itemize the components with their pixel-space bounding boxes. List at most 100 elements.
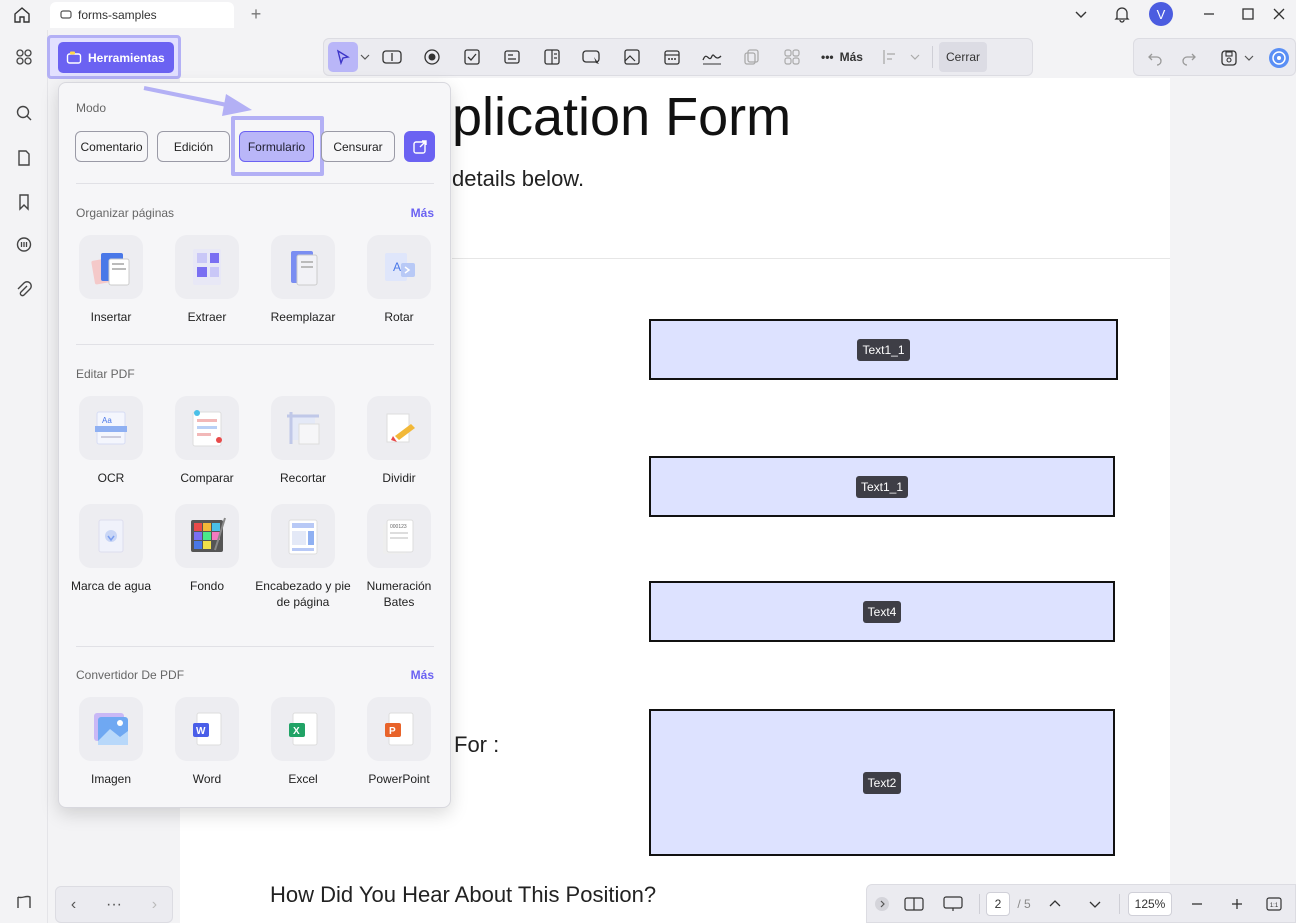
tool-watermark[interactable]: Marca de agua bbox=[63, 504, 159, 594]
attachment-icon[interactable] bbox=[12, 278, 36, 302]
header-footer-icon bbox=[271, 504, 335, 568]
more-dots-icon[interactable]: ··· bbox=[106, 896, 122, 914]
bell-icon[interactable] bbox=[1111, 3, 1133, 25]
title-bar: forms-samples + V bbox=[0, 0, 1296, 30]
tool-background[interactable]: Fondo bbox=[159, 504, 255, 594]
tool-label: Encabezado y pie de página bbox=[255, 579, 351, 609]
radio-button-tool-icon[interactable] bbox=[412, 42, 452, 72]
tool-label: Numeración Bates bbox=[366, 579, 432, 609]
svg-text:A: A bbox=[393, 260, 401, 274]
mode-comment-button[interactable]: Comentario bbox=[75, 131, 148, 162]
tools-button[interactable]: Herramientas bbox=[58, 42, 174, 73]
organize-more-link[interactable]: Más bbox=[411, 206, 434, 220]
history-toolbar bbox=[1133, 38, 1296, 76]
tool-to-excel[interactable]: X Excel bbox=[255, 697, 351, 787]
tool-crop[interactable]: Recortar bbox=[255, 396, 351, 486]
reading-mode-icon[interactable] bbox=[897, 891, 931, 917]
mode-edit-button[interactable]: Edición bbox=[157, 131, 230, 162]
tool-replace[interactable]: Reemplazar bbox=[255, 235, 351, 325]
tutorial-arrow bbox=[143, 86, 252, 116]
form-text-field[interactable]: Text1_1 bbox=[649, 456, 1115, 517]
avatar[interactable]: V bbox=[1149, 2, 1173, 26]
svg-text:X: X bbox=[293, 726, 300, 737]
svg-text:W: W bbox=[196, 726, 206, 737]
list-box-tool-icon[interactable] bbox=[532, 42, 572, 72]
close-form-mode-button[interactable]: Cerrar bbox=[939, 42, 987, 72]
copy-icon[interactable] bbox=[732, 42, 772, 72]
document-tab[interactable]: forms-samples bbox=[50, 2, 234, 28]
open-external-icon[interactable] bbox=[404, 131, 435, 162]
apps-grid-icon[interactable] bbox=[12, 45, 36, 69]
tools-popover: Modo Comentario Edición Formulario Censu… bbox=[58, 82, 451, 808]
zoom-in-icon[interactable] bbox=[1217, 891, 1257, 917]
tool-ocr[interactable]: Aa OCR bbox=[63, 396, 159, 486]
layers-icon[interactable] bbox=[12, 890, 36, 914]
form-text-field[interactable]: Text1_1 bbox=[649, 319, 1118, 380]
actual-size-icon[interactable]: 1:1 bbox=[1257, 891, 1291, 917]
tool-to-word[interactable]: W Word bbox=[159, 697, 255, 787]
status-separator bbox=[975, 891, 983, 917]
tool-label: Reemplazar bbox=[270, 310, 336, 324]
close-icon[interactable] bbox=[1268, 3, 1290, 25]
chevron-down-icon[interactable] bbox=[1072, 3, 1090, 25]
tool-header-footer[interactable]: Encabezado y pie de página bbox=[255, 504, 351, 610]
current-page-input[interactable]: 2 bbox=[986, 891, 1010, 916]
chevron-down-icon[interactable] bbox=[358, 42, 372, 72]
button-tool-icon[interactable] bbox=[572, 42, 612, 72]
form-text-field[interactable]: Text2 bbox=[649, 709, 1115, 856]
chevron-down-icon[interactable] bbox=[1242, 47, 1256, 69]
image-field-tool-icon[interactable] bbox=[612, 42, 652, 72]
mode-redact-button[interactable]: Censurar bbox=[321, 131, 395, 162]
chevron-left-icon[interactable]: ‹ bbox=[71, 896, 76, 914]
section-title-convert: Convertidor De PDF bbox=[76, 668, 185, 682]
tool-extract[interactable]: Extraer bbox=[159, 235, 255, 325]
next-page-icon[interactable] bbox=[1075, 891, 1115, 917]
combo-box-tool-icon[interactable] bbox=[492, 42, 532, 72]
chevron-down-icon[interactable] bbox=[908, 42, 922, 72]
tool-to-image[interactable]: Imagen bbox=[63, 697, 159, 787]
tool-bates[interactable]: 000123 Numeración Bates bbox=[351, 504, 447, 610]
maximize-icon[interactable] bbox=[1237, 3, 1259, 25]
image-convert-icon bbox=[79, 697, 143, 761]
tool-insert[interactable]: Insertar bbox=[63, 235, 159, 325]
tool-to-powerpoint[interactable]: P PowerPoint bbox=[351, 697, 447, 787]
new-tab-button[interactable]: + bbox=[246, 4, 266, 24]
undo-icon[interactable] bbox=[1144, 47, 1166, 69]
tool-compare[interactable]: Comparar bbox=[159, 396, 255, 486]
pages-icon[interactable] bbox=[12, 146, 36, 170]
zoom-out-icon[interactable] bbox=[1177, 891, 1217, 917]
select-tool-icon[interactable] bbox=[328, 42, 358, 72]
svg-text:P: P bbox=[389, 726, 396, 737]
minimize-icon[interactable] bbox=[1198, 3, 1220, 25]
section-divider bbox=[76, 646, 434, 647]
mode-heading: Modo bbox=[76, 101, 107, 115]
bookmark-icon[interactable] bbox=[12, 190, 36, 214]
watermark-icon bbox=[79, 504, 143, 568]
grid-icon[interactable] bbox=[772, 42, 812, 72]
collapse-icon[interactable] bbox=[867, 891, 897, 917]
home-icon[interactable] bbox=[10, 4, 34, 26]
text-field-tool-icon[interactable] bbox=[372, 42, 412, 72]
tool-rotate[interactable]: A Rotar bbox=[351, 235, 447, 325]
convert-more-link[interactable]: Más bbox=[411, 668, 434, 682]
signature-tool-icon[interactable] bbox=[692, 42, 732, 72]
form-text-field[interactable]: Text4 bbox=[649, 581, 1115, 642]
save-icon[interactable] bbox=[1218, 47, 1240, 69]
zoom-level[interactable]: 125% bbox=[1128, 891, 1172, 916]
align-icon[interactable] bbox=[872, 42, 908, 72]
ai-assistant-icon[interactable] bbox=[1268, 47, 1290, 69]
toolbar-separator bbox=[932, 46, 933, 68]
search-icon[interactable] bbox=[12, 101, 36, 125]
page-nav: ‹ ··· › bbox=[55, 886, 173, 923]
tool-split[interactable]: Dividir bbox=[351, 396, 447, 486]
comments-icon[interactable] bbox=[12, 233, 36, 257]
more-tools-button[interactable]: ••• Más bbox=[812, 42, 872, 72]
previous-page-icon[interactable] bbox=[1035, 891, 1075, 917]
redo-icon[interactable] bbox=[1178, 47, 1200, 69]
chevron-right-icon[interactable]: › bbox=[152, 896, 157, 914]
mode-form-button[interactable]: Formulario bbox=[239, 131, 314, 162]
date-field-tool-icon[interactable] bbox=[652, 42, 692, 72]
compare-icon bbox=[175, 396, 239, 460]
checkbox-tool-icon[interactable] bbox=[452, 42, 492, 72]
presentation-icon[interactable] bbox=[931, 891, 975, 917]
